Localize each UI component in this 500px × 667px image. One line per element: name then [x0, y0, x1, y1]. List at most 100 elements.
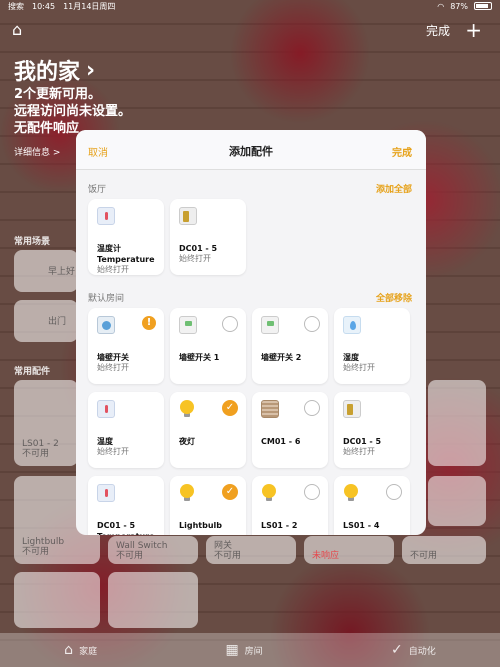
- accessory-tile[interactable]: [108, 572, 198, 628]
- accessory-tile[interactable]: DC01 - 5 始终打开: [170, 199, 246, 275]
- accessory-tile[interactable]: LS01 - 2 不可用: [14, 380, 78, 466]
- accessory-name: LS01 - 2: [261, 521, 298, 530]
- accessory-tile[interactable]: 网关 不可用: [206, 536, 296, 564]
- group-header: 默认房间 全部移除: [88, 291, 412, 304]
- sheet-body[interactable]: 饭厅 添加全部 温度计 Temperature 始终打开 DC01 - 5 始终打开 默认房…: [76, 170, 426, 535]
- tab-automation[interactable]: ✓ 自动化: [391, 642, 436, 658]
- house-icon: ⌂: [64, 642, 74, 658]
- wifi-icon: ◠: [437, 1, 445, 11]
- add-button[interactable]: +: [465, 18, 482, 42]
- scene-tile[interactable]: 出门: [14, 300, 78, 342]
- accessory-name: 湿度: [343, 353, 359, 362]
- sheet-header: 取消 添加配件 完成: [76, 130, 426, 170]
- accessory-tile[interactable]: ✓ Lightbulb: [170, 476, 246, 535]
- bulb-icon: [179, 400, 197, 418]
- battery-percent: 87%: [450, 1, 468, 11]
- accessory-name: 温度: [97, 437, 113, 446]
- tab-bar: ⌂ 家庭 ▦ 房间 ✓ 自动化: [0, 633, 500, 667]
- add-all-button[interactable]: 添加全部: [376, 182, 412, 195]
- add-accessory-sheet: 取消 添加配件 完成 饭厅 添加全部 温度计 Temperature 始终打开 DC01…: [76, 130, 426, 535]
- door-sensor-icon: [343, 400, 361, 418]
- home-title[interactable]: 我的家: [14, 54, 80, 86]
- accessory-name: DC01 - 5: [179, 244, 218, 253]
- curtain-icon: [261, 400, 279, 418]
- unchecked-circle-icon[interactable]: [304, 484, 320, 500]
- accessory-tile[interactable]: DC01 - 5 Temperature: [88, 476, 164, 535]
- unchecked-circle-icon[interactable]: [222, 316, 238, 332]
- accessory-name: 墙壁开关 2: [261, 353, 302, 362]
- unchecked-circle-icon[interactable]: [304, 316, 320, 332]
- remove-all-button[interactable]: 全部移除: [376, 291, 412, 304]
- unchecked-circle-icon[interactable]: [386, 484, 402, 500]
- group-name: 饭厅: [88, 185, 107, 195]
- accessory-status: 始终打开: [343, 363, 375, 372]
- tab-rooms[interactable]: ▦ 房间: [225, 642, 262, 658]
- edit-done-button[interactable]: 完成: [426, 22, 450, 39]
- bulb-icon: [343, 484, 361, 502]
- accessory-status: 始终打开: [343, 447, 375, 456]
- accessory-tile[interactable]: Wall Switch 不可用: [108, 536, 198, 564]
- scene-tile[interactable]: 早上好: [14, 250, 78, 292]
- sheet-title: 添加配件: [229, 145, 273, 158]
- accessory-tile[interactable]: 未响应: [304, 536, 394, 564]
- status-line: 远程访问尚未设置。: [14, 104, 132, 119]
- accessory-name: DC01 - 5: [343, 437, 382, 446]
- accessory-name: 墙壁开关 1: [179, 353, 220, 362]
- switch-icon: [179, 316, 197, 334]
- scenes-section-label: 常用场景: [14, 237, 51, 247]
- group-header: 饭厅 添加全部: [88, 182, 412, 195]
- unchecked-circle-icon[interactable]: [304, 400, 320, 416]
- accessories-section-label: 常用配件: [14, 367, 51, 377]
- accessory-tile[interactable]: [428, 380, 486, 466]
- accessory-name: DC01 - 5 Temperature: [97, 521, 155, 535]
- time-label: 10:45: [32, 1, 56, 11]
- accessory-tile[interactable]: 墙壁开关 1: [170, 308, 246, 384]
- thermometer-icon: [97, 207, 115, 225]
- status-bar: 搜索 10:45 11月14日周四 ◠ 87%: [0, 0, 500, 12]
- accessory-tile[interactable]: DC01 - 5 始终打开: [334, 392, 410, 468]
- accessory-tile[interactable]: LS01 - 4: [334, 476, 410, 535]
- group-name: 默认房间: [88, 294, 125, 304]
- accessory-status: 始终打开: [97, 447, 129, 456]
- accessory-tile[interactable]: 墙壁开关 2: [252, 308, 328, 384]
- accessory-tile[interactable]: 温度 始终打开: [88, 392, 164, 468]
- battery-icon: [474, 2, 492, 10]
- carrier-label: 搜索: [8, 1, 24, 11]
- accessory-tile[interactable]: 温度计 Temperature 始终打开: [88, 199, 164, 275]
- thermometer-icon: [97, 400, 115, 418]
- accessory-name: LS01 - 4: [343, 521, 380, 530]
- accessory-name: 夜灯: [179, 437, 195, 446]
- switch-round-icon: [97, 316, 115, 334]
- top-bar: ⌂ 完成 +: [0, 18, 500, 42]
- accessory-name: 墙壁开关: [97, 353, 129, 362]
- chevron-right-icon: ›: [86, 57, 96, 83]
- accessory-status: 始终打开: [97, 265, 129, 274]
- door-sensor-icon: [179, 207, 197, 225]
- accessory-name: 温度计 Temperature: [97, 244, 155, 264]
- accessory-tile[interactable]: ! 墙壁开关 始终打开: [88, 308, 164, 384]
- switch-icon: [261, 316, 279, 334]
- accessory-tile[interactable]: 不可用: [402, 536, 486, 564]
- humidity-icon: [343, 316, 361, 334]
- tab-home[interactable]: ⌂ 家庭: [64, 642, 97, 658]
- accessory-name: Lightbulb: [179, 521, 222, 530]
- home-icon[interactable]: ⌂: [12, 20, 32, 40]
- date-label: 11月14日周四: [63, 1, 116, 11]
- accessory-tile[interactable]: [14, 572, 100, 628]
- warning-icon[interactable]: !: [142, 316, 156, 330]
- accessory-name: CM01 - 6: [261, 437, 301, 446]
- checkmark-icon[interactable]: ✓: [222, 400, 238, 416]
- accessory-status: 始终打开: [179, 254, 211, 263]
- accessory-tile[interactable]: 湿度 始终打开: [334, 308, 410, 384]
- accessory-status: 始终打开: [97, 363, 129, 372]
- accessory-tile[interactable]: [428, 476, 486, 526]
- accessory-tile[interactable]: CM01 - 6: [252, 392, 328, 468]
- checkmark-icon[interactable]: ✓: [222, 484, 238, 500]
- automation-icon: ✓: [391, 642, 403, 658]
- accessory-tile[interactable]: LS01 - 2: [252, 476, 328, 535]
- thermometer-icon: [97, 484, 115, 502]
- done-button[interactable]: 完成: [392, 144, 412, 159]
- bulb-icon: [179, 484, 197, 502]
- accessory-tile[interactable]: ✓ 夜灯: [170, 392, 246, 468]
- rooms-icon: ▦: [225, 642, 239, 658]
